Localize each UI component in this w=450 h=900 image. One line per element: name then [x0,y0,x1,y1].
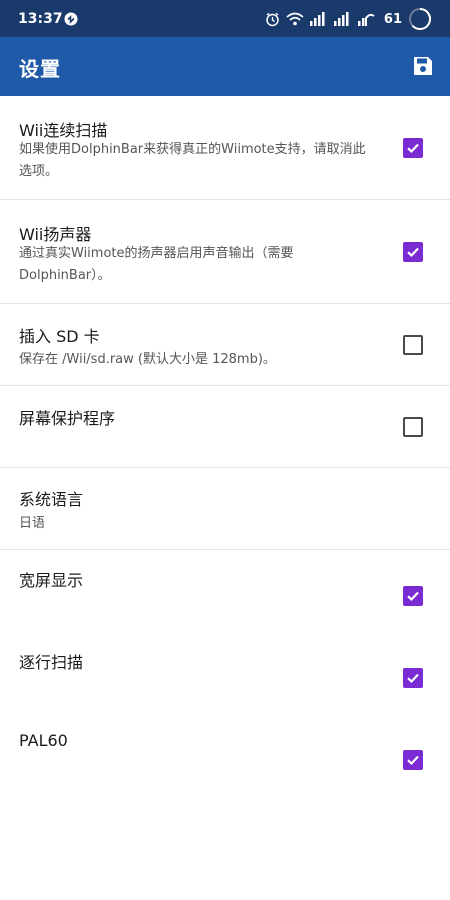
checkbox-checked[interactable] [403,242,423,262]
checkbox-checked[interactable] [403,586,423,606]
status-icons: 61 [265,8,432,30]
setting-title: 屏幕保护程序 [19,409,116,428]
settings-list: Wii连续扫描 如果使用DolphinBar来获得真正的Wiimote支持，请取… [0,96,450,796]
setting-summary: 通过真实Wiimote的扬声器启用声音输出（需要DolphinBar）。 [19,246,294,283]
setting-title: Wii连续扫描 [19,121,108,140]
status-bar: 13:37 61 [0,0,450,37]
setting-title: Wii扬声器 [19,225,92,244]
setting-title: 逐行扫描 [19,653,84,672]
setting-widescreen[interactable]: 宽屏显示 [0,550,450,632]
checkbox-checked[interactable] [403,750,423,770]
page-title: 设置 [19,57,61,81]
save-button[interactable] [410,53,436,79]
checkbox-unchecked[interactable] [403,335,423,355]
signal-icon [309,12,328,26]
setting-summary: 日语 [19,516,46,531]
checkbox-checked[interactable] [403,668,423,688]
wifi-icon [286,12,304,26]
setting-title: 插入 SD 卡 [19,327,100,346]
save-icon [414,57,432,75]
setting-pal60[interactable]: PAL60 [0,714,450,796]
checkbox-unchecked[interactable] [403,417,423,437]
setting-insert-sd-card[interactable]: 插入 SD 卡 保存在 /Wii/sd.raw (默认大小是 128mb)。 [0,304,450,386]
signal-icon [357,12,376,26]
alarm-icon [265,12,280,27]
battery-ring-icon [408,7,432,31]
setting-screensaver[interactable]: 屏幕保护程序 [0,386,450,468]
setting-wii-continuous-scan[interactable]: Wii连续扫描 如果使用DolphinBar来获得真正的Wiimote支持，请取… [0,96,450,200]
setting-title: 系统语言 [19,490,84,509]
checkbox-checked[interactable] [403,138,423,158]
battery-level: 61 [383,11,402,27]
signal-icon [333,12,352,26]
setting-system-language[interactable]: 系统语言 日语 [0,468,450,550]
setting-title: PAL60 [19,731,68,750]
setting-wii-speaker[interactable]: Wii扬声器 通过真实Wiimote的扬声器启用声音输出（需要DolphinBa… [0,200,450,304]
notification-icon [64,12,78,26]
setting-summary: 保存在 /Wii/sd.raw (默认大小是 128mb)。 [19,352,276,367]
setting-title: 宽屏显示 [19,571,84,590]
setting-summary: 如果使用DolphinBar来获得真正的Wiimote支持，请取消此选项。 [19,142,366,179]
app-bar: 设置 [0,37,450,96]
status-time: 13:37 [18,11,63,27]
setting-progressive-scan[interactable]: 逐行扫描 [0,632,450,714]
